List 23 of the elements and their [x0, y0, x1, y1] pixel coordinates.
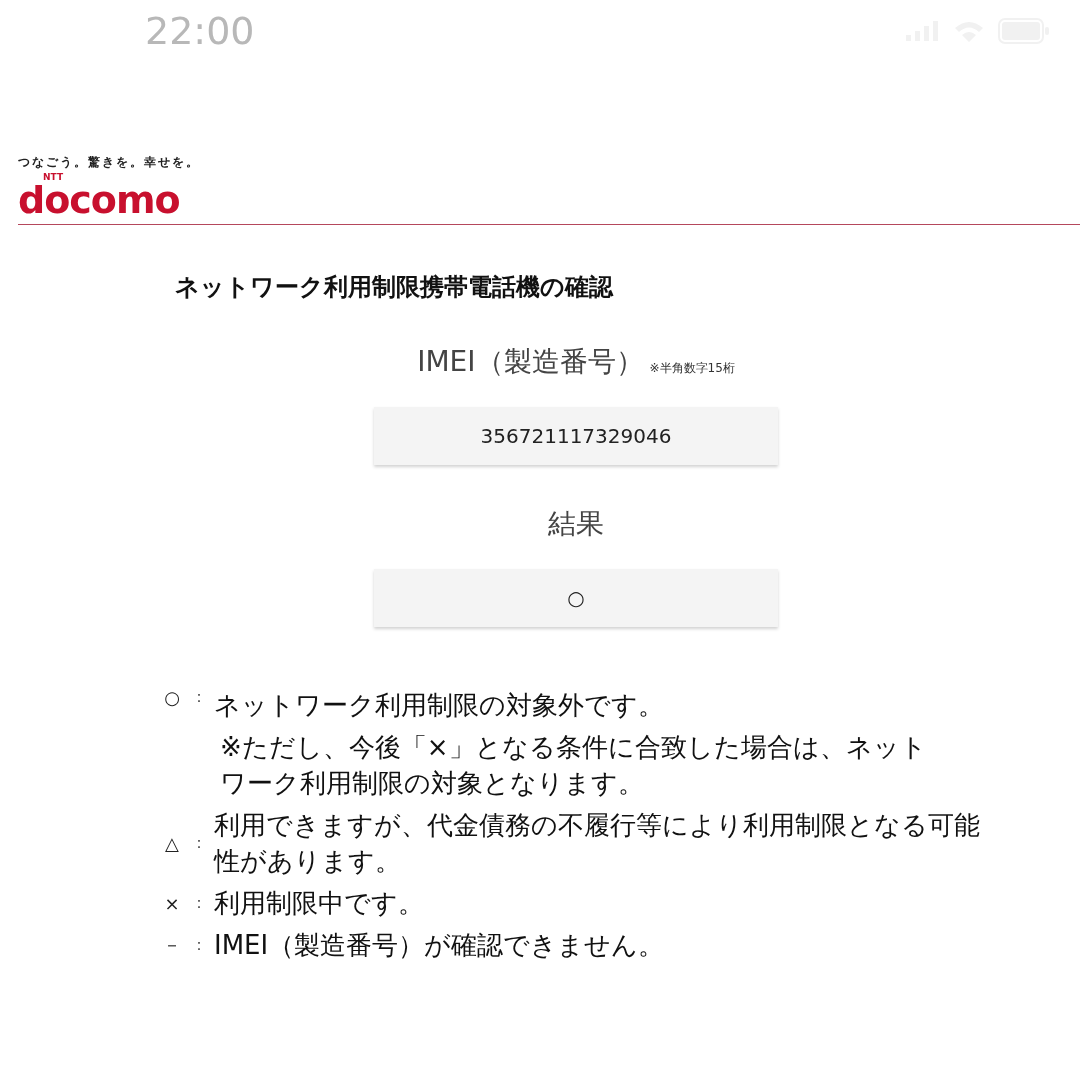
- status-time: 22:00: [145, 9, 255, 53]
- tagline: つなごう。驚きを。幸せを。: [18, 154, 201, 171]
- legend-symbol: ○: [163, 687, 181, 708]
- legend-text: 利用できますが、代金債務の不履行等により利用制限となる可能性があります。: [214, 809, 981, 878]
- legend-symbol: －: [162, 933, 182, 957]
- legend-text: IMEI（製造番号）が確認できません。: [214, 929, 666, 962]
- brand-logo: docomo: [18, 182, 180, 218]
- imei-note: ※半角数字15桁: [649, 360, 735, 377]
- legend-symbol: ×: [163, 892, 181, 914]
- legend-text: ネットワーク利用制限の対象外です。: [214, 689, 665, 722]
- legend-separator: ：: [190, 892, 208, 914]
- legend-note: ※ただし、今後「×」となる条件に合致した場合は、ネットワーク利用制限の対象となります。: [219, 731, 928, 800]
- imei-field[interactable]: 356721117329046: [374, 407, 778, 465]
- result-label: 結果: [548, 506, 604, 542]
- legend-separator: ：: [190, 832, 208, 854]
- page-title: ネットワーク利用制限携帯電話機の確認: [175, 272, 615, 303]
- legend-symbol: △: [164, 832, 180, 854]
- imei-label: IMEI（製造番号）: [417, 344, 644, 380]
- legend-text: 利用制限中です。: [214, 887, 425, 920]
- legend-separator: ：: [190, 934, 208, 956]
- legend-separator: ：: [190, 687, 208, 708]
- result-field: ○: [374, 569, 778, 627]
- logo-small-text: NTT: [43, 173, 64, 182]
